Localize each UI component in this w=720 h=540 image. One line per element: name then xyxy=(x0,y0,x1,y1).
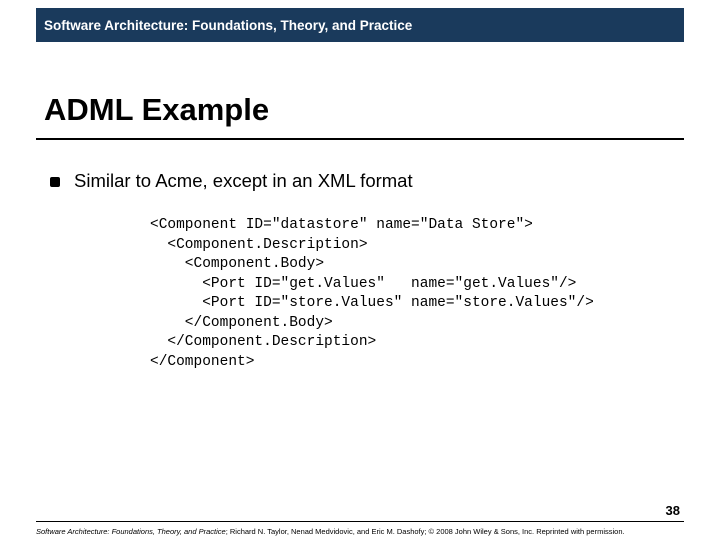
footer-rule xyxy=(36,521,684,522)
header-banner: Software Architecture: Foundations, Theo… xyxy=(36,8,684,42)
slide-title: ADML Example xyxy=(44,92,269,128)
bullet-text: Similar to Acme, except in an XML format xyxy=(74,170,413,192)
header-banner-text: Software Architecture: Foundations, Theo… xyxy=(44,18,412,33)
title-underline xyxy=(36,138,684,140)
page-number: 38 xyxy=(666,503,680,518)
footer-book-title: Software Architecture: Foundations, Theo… xyxy=(36,527,226,536)
footer-citation: Software Architecture: Foundations, Theo… xyxy=(36,527,684,536)
bullet-icon xyxy=(50,177,60,187)
slide: Software Architecture: Foundations, Theo… xyxy=(0,0,720,540)
slide-body: Similar to Acme, except in an XML format… xyxy=(50,170,670,373)
code-block: <Component ID="datastore" name="Data Sto… xyxy=(150,216,670,373)
bullet-item: Similar to Acme, except in an XML format xyxy=(50,170,670,192)
footer-rest: ; Richard N. Taylor, Nenad Medvidovic, a… xyxy=(226,527,625,536)
